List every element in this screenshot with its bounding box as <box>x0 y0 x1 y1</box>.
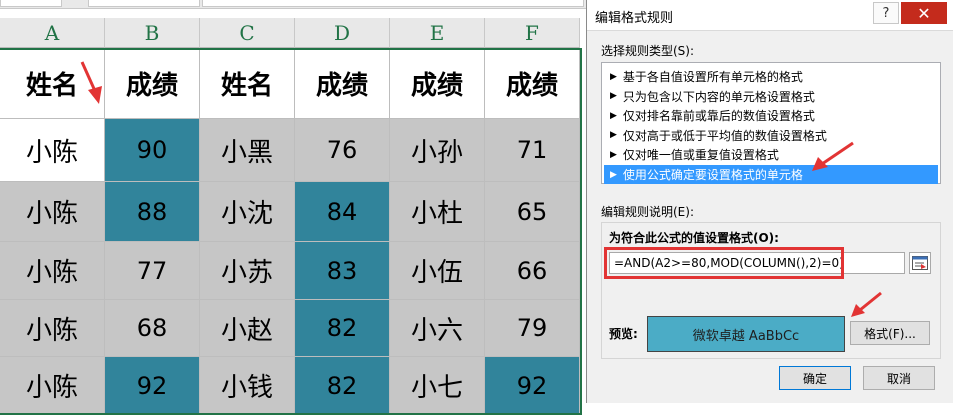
table-cell[interactable]: 小孙 <box>390 119 485 182</box>
table-cell[interactable]: 82 <box>295 357 390 415</box>
table-cell[interactable]: 小六 <box>390 300 485 357</box>
table-cell[interactable]: 71 <box>485 119 580 182</box>
table-cell[interactable]: 小陈 <box>0 242 105 300</box>
header-cell[interactable]: 成绩 <box>485 48 580 119</box>
header-cell[interactable]: 成绩 <box>390 48 485 119</box>
format-button[interactable]: 格式(F)... <box>850 321 930 345</box>
dialog-titlebar: 编辑格式规则 ? ✕ <box>587 0 953 31</box>
triangle-icon: ▶ <box>610 71 617 82</box>
table-cell[interactable]: 88 <box>105 182 200 242</box>
formula-bar-buttons[interactable] <box>88 0 200 7</box>
rule-type-item[interactable]: ▶ 仅对唯一值或重复值设置格式 <box>604 145 938 164</box>
column-header-c[interactable]: C <box>200 18 295 48</box>
name-box[interactable] <box>0 0 62 7</box>
rule-type-item[interactable]: ▶ 使用公式确定要设置格式的单元格 <box>604 165 938 184</box>
table-cell[interactable]: 小陈 <box>0 300 105 357</box>
table-cell[interactable]: 小沈 <box>200 182 295 242</box>
formula-label: 为符合此公式的值设置格式(O): <box>609 231 779 245</box>
table-cell[interactable]: 小伍 <box>390 242 485 300</box>
formula-input[interactable]: =AND(A2>=80,MOD(COLUMN(),2)=0) <box>609 252 905 274</box>
table-cell[interactable]: 小七 <box>390 357 485 415</box>
table-cell[interactable]: 65 <box>485 182 580 242</box>
preview-label: 预览: <box>609 327 638 341</box>
table-cell[interactable]: 小赵 <box>200 300 295 357</box>
ok-button[interactable]: 确定 <box>779 366 851 390</box>
column-header-a[interactable]: A <box>0 18 105 48</box>
table-cell[interactable]: 68 <box>105 300 200 357</box>
help-button[interactable]: ? <box>873 2 899 24</box>
red-arrow-icon <box>812 141 854 171</box>
rule-type-label: 仅对唯一值或重复值设置格式 <box>622 148 779 163</box>
formula-bar-input[interactable] <box>202 0 584 7</box>
table-cell[interactable]: 小陈 <box>0 182 105 242</box>
rule-type-item[interactable]: ▶ 仅对高于或低于平均值的数值设置格式 <box>604 126 938 145</box>
table-cell[interactable]: 小陈 <box>0 119 105 182</box>
rule-type-label: 仅对高于或低于平均值的数值设置格式 <box>622 128 827 143</box>
red-arrow-icon <box>851 291 882 317</box>
table-cell[interactable]: 90 <box>105 119 200 182</box>
header-cell[interactable]: 姓名 <box>200 48 295 119</box>
table-cell[interactable]: 66 <box>485 242 580 300</box>
table-cell[interactable]: 84 <box>295 182 390 242</box>
table-cell[interactable]: 小黑 <box>200 119 295 182</box>
column-header-b[interactable]: B <box>105 18 200 48</box>
header-cell[interactable]: 成绩 <box>105 48 200 119</box>
triangle-icon: ▶ <box>610 110 617 121</box>
close-button[interactable]: ✕ <box>901 2 947 24</box>
rule-type-label: 选择规则类型(S): <box>601 44 695 58</box>
triangle-icon: ▶ <box>610 149 617 160</box>
table-cell[interactable]: 小钱 <box>200 357 295 415</box>
table-cell[interactable]: 小陈 <box>0 357 105 415</box>
cancel-button[interactable]: 取消 <box>863 366 935 390</box>
table-cell[interactable]: 小杜 <box>390 182 485 242</box>
table-cell[interactable]: 79 <box>485 300 580 357</box>
table-cell[interactable]: 92 <box>105 357 200 415</box>
rule-type-list[interactable]: ▶ 基于各自值设置所有单元格的格式 ▶ 只为包含以下内容的单元格设置格式 ▶ 仅对排名靠前… <box>601 62 941 184</box>
rule-type-item[interactable]: ▶ 基于各自值设置所有单元格的格式 <box>604 67 938 86</box>
column-header-d[interactable]: D <box>295 18 390 48</box>
rule-type-label: 仅对排名靠前或靠后的数值设置格式 <box>622 109 815 124</box>
preview-swatch: 微软卓越 AaBbCc <box>647 316 845 352</box>
edit-description-label: 编辑规则说明(E): <box>601 205 694 219</box>
rule-type-label: 只为包含以下内容的单元格设置格式 <box>622 89 815 104</box>
edit-format-rule-dialog: 编辑格式规则 ? ✕ 选择规则类型(S): ▶ 基于各自值设置所有单元格的格式 ▶ 只… <box>586 0 953 403</box>
triangle-icon: ▶ <box>610 169 617 180</box>
rule-type-label: 使用公式确定要设置格式的单元格 <box>622 168 803 182</box>
table-cell[interactable]: 小苏 <box>200 242 295 300</box>
triangle-icon: ▶ <box>610 130 617 141</box>
rule-type-item[interactable]: ▶ 只为包含以下内容的单元格设置格式 <box>604 87 938 106</box>
range-select-button[interactable] <box>909 252 931 274</box>
dialog-title: 编辑格式规则 <box>595 11 674 26</box>
triangle-icon: ▶ <box>610 91 617 102</box>
collapse-dialog-icon <box>912 256 928 270</box>
table-cell[interactable]: 76 <box>295 119 390 182</box>
rule-type-label: 基于各自值设置所有单元格的格式 <box>622 70 803 84</box>
table-cell[interactable]: 92 <box>485 357 580 415</box>
rule-type-item[interactable]: ▶ 仅对排名靠前或靠后的数值设置格式 <box>604 106 938 125</box>
column-header-e[interactable]: E <box>390 18 485 48</box>
red-arrow-icon <box>80 61 102 104</box>
table-cell[interactable]: 82 <box>295 300 390 357</box>
column-header-f[interactable]: F <box>485 18 580 48</box>
table-cell[interactable]: 77 <box>105 242 200 300</box>
preview-text: 微软卓越 AaBbCc <box>692 328 800 344</box>
table-cell[interactable]: 83 <box>295 242 390 300</box>
header-cell[interactable]: 成绩 <box>295 48 390 119</box>
